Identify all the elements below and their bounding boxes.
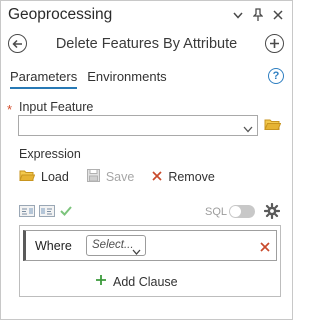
clause-view-icon[interactable]: [39, 204, 55, 222]
input-feature-label: Input Feature: [19, 100, 94, 114]
toggle-knob: [230, 206, 241, 217]
add-clause-button[interactable]: Add Clause: [95, 274, 178, 289]
field-select[interactable]: Select...: [86, 235, 146, 256]
chevron-down-icon: [132, 242, 141, 260]
tool-title: Delete Features By Attribute: [55, 36, 238, 52]
close-icon[interactable]: [271, 7, 284, 23]
select-placeholder: Select...: [92, 239, 134, 251]
browse-folder-icon[interactable]: [264, 117, 282, 136]
folder-icon: [19, 169, 36, 185]
pane-controls: [231, 7, 284, 23]
chevron-down-icon: [243, 120, 253, 138]
add-icon[interactable]: [265, 34, 284, 53]
tab-bar: Parameters Environments: [10, 69, 167, 89]
tab-parameters[interactable]: Parameters: [10, 69, 78, 89]
save-button[interactable]: Save: [86, 169, 135, 185]
help-icon[interactable]: ?: [268, 68, 284, 84]
plus-icon: [95, 274, 107, 289]
expression-toolbar: Load Save Remove: [19, 169, 233, 185]
sql-label: SQL: [205, 206, 228, 218]
pin-icon[interactable]: [251, 7, 264, 23]
load-label: Load: [41, 170, 69, 184]
clause-row: Where Select...: [23, 230, 277, 261]
remove-button[interactable]: Remove: [152, 170, 215, 184]
save-icon: [86, 169, 100, 185]
required-marker: *: [7, 102, 13, 117]
expression-view-icons: [19, 204, 73, 222]
remove-icon: [152, 170, 162, 184]
geoprocessing-pane: Geoprocessing Delete Features By Attribu…: [0, 0, 293, 320]
where-label: Where: [35, 239, 72, 253]
expression-label: Expression: [19, 147, 81, 161]
pane-title: Geoprocessing: [8, 6, 113, 23]
remove-label: Remove: [168, 170, 215, 184]
verify-check-icon[interactable]: [59, 204, 73, 222]
tab-environments[interactable]: Environments: [87, 69, 166, 89]
input-feature-dropdown[interactable]: [18, 115, 258, 136]
settings-gear-icon[interactable]: [263, 202, 281, 224]
sql-toggle[interactable]: [229, 205, 255, 218]
add-clause-label: Add Clause: [113, 274, 178, 289]
save-label: Save: [105, 170, 135, 184]
remove-clause-icon[interactable]: [260, 239, 270, 257]
sql-view-icon[interactable]: [19, 204, 35, 222]
load-button[interactable]: Load: [19, 169, 69, 185]
chevron-down-icon[interactable]: [231, 7, 244, 23]
